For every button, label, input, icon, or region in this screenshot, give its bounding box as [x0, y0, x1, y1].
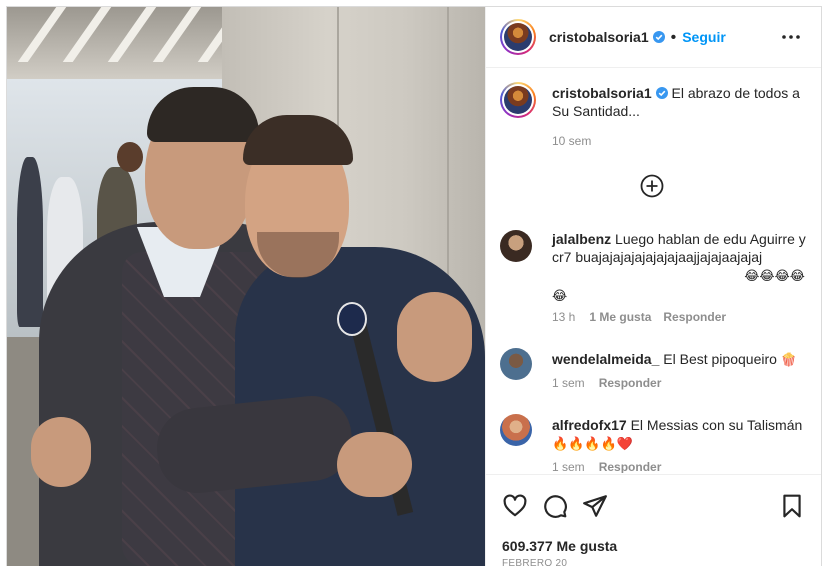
author-avatar[interactable]: [500, 19, 536, 55]
reply-button[interactable]: Responder: [599, 376, 662, 390]
follow-button[interactable]: Seguir: [682, 29, 726, 45]
comment-username[interactable]: wendelalmeida_: [552, 351, 659, 367]
comment-emoji: 😂: [552, 289, 568, 304]
comment-time[interactable]: 13 h: [552, 310, 575, 324]
plus-circle-icon[interactable]: [640, 174, 664, 198]
post-photo[interactable]: [7, 7, 485, 566]
likes-count[interactable]: 609.377 Me gusta: [502, 538, 617, 554]
verified-badge-icon: [655, 87, 668, 99]
comment-text: El Messias con su Talismán: [630, 417, 803, 433]
commenter-avatar[interactable]: [500, 414, 532, 446]
post-date: FEBRERO 20: [502, 558, 568, 569]
comment-text: El Best pipoqueiro: [663, 351, 777, 367]
comment-username[interactable]: alfredofx17: [552, 417, 627, 433]
bookmark-icon[interactable]: [779, 493, 805, 519]
reply-button[interactable]: Responder: [599, 460, 662, 473]
comment-item: wendelalmeida_ El Best pipoqueiro 🍿 1 se…: [500, 346, 811, 396]
comment-likes[interactable]: 1 Me gusta: [589, 310, 651, 324]
reply-button[interactable]: Responder: [663, 310, 726, 324]
comments-list[interactable]: cristobalsoria1 El abrazo de todos a Su …: [486, 68, 821, 473]
commenter-avatar[interactable]: [500, 348, 532, 380]
header-separator: •: [670, 29, 677, 46]
caption-username[interactable]: cristobalsoria1: [552, 85, 652, 101]
comment-item: alfredofx17 El Messias con su Talismán 🔥…: [500, 412, 811, 473]
author-username[interactable]: cristobalsoria1: [549, 29, 649, 45]
more-options-icon[interactable]: [781, 29, 801, 45]
comment-emoji: 🔥🔥🔥🔥❤️: [552, 437, 633, 452]
comment-time[interactable]: 1 sem: [552, 376, 585, 390]
post-actions: 609.377 Me gusta FEBRERO 20: [486, 474, 821, 570]
post-header: cristobalsoria1 • Seguir: [486, 7, 821, 68]
caption-time[interactable]: 10 sem: [552, 134, 591, 148]
caption-row: cristobalsoria1 El abrazo de todos a Su …: [500, 82, 811, 152]
comment-emoji: 😂😂😂😂: [744, 269, 805, 284]
comment-time[interactable]: 1 sem: [552, 460, 585, 473]
comment-emoji: 🍿: [780, 353, 797, 368]
post-dialog: cristobalsoria1 • Seguir cristobalsoria1 E…: [6, 6, 822, 569]
comment-icon[interactable]: [542, 493, 568, 519]
verified-badge-icon: [652, 31, 665, 43]
commenter-avatar[interactable]: [500, 230, 532, 262]
caption-avatar[interactable]: [500, 82, 536, 118]
share-icon[interactable]: [582, 493, 608, 519]
comment-username[interactable]: jalalbenz: [552, 231, 611, 247]
comment-item: jalalbenz Luego hablan de edu Aguirre y …: [500, 226, 811, 326]
photo-club-badge: [337, 302, 367, 336]
heart-icon[interactable]: [502, 493, 528, 519]
post-side-panel: cristobalsoria1 • Seguir cristobalsoria1 E…: [485, 7, 821, 569]
